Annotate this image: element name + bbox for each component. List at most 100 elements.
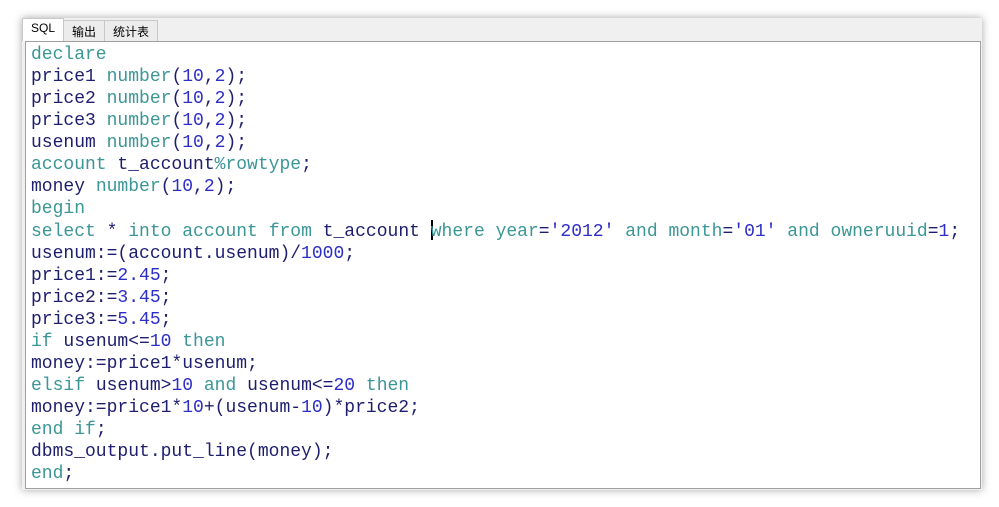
literal-token: 10 [182, 398, 204, 418]
identifier-token: ; [160, 310, 172, 330]
keyword-token: and [625, 222, 658, 242]
code-line: end; [31, 463, 960, 485]
keyword-token: if [31, 332, 53, 352]
identifier-token: ; [160, 288, 172, 308]
identifier-token: price2 [31, 89, 107, 109]
tab-statistics[interactable]: 统计表 [104, 20, 159, 41]
keyword-token: number [106, 111, 172, 131]
keyword-token: and [787, 222, 820, 242]
identifier-token: , [203, 111, 215, 131]
identifier-token: ( [171, 67, 183, 87]
code-line: price3:=5.45; [31, 309, 960, 331]
tab-output[interactable]: 输出 [63, 20, 106, 41]
literal-token: 10 [171, 376, 194, 396]
identifier-token: +(usenum- [203, 398, 302, 418]
identifier-token: usenum<= [52, 332, 150, 352]
identifier-token: money [31, 177, 96, 197]
identifier-token [193, 376, 204, 396]
literal-token: 2 [203, 177, 215, 197]
identifier-token: price3 [31, 111, 107, 131]
identifier-token [63, 420, 74, 440]
literal-token: 2 [214, 111, 226, 131]
keyword-token: from [268, 222, 312, 242]
identifier-token: ); [225, 133, 248, 153]
literal-token: 2 [214, 67, 226, 87]
literal-token: '01' [733, 222, 777, 242]
code-line: usenum number(10,2); [31, 132, 960, 154]
literal-token: 10 [149, 332, 172, 352]
identifier-token: price3:= [31, 310, 118, 330]
keyword-token: number [106, 67, 172, 87]
code-line: money:=price1*usenum; [31, 353, 960, 375]
code-line: price1 number(10,2); [31, 66, 960, 88]
sql-editor[interactable]: declare price1 number(10,2); price2 number… [25, 41, 981, 489]
literal-token: 20 [333, 376, 356, 396]
identifier-token: , [203, 67, 215, 87]
identifier-token: ; [301, 155, 312, 175]
identifier-token: ); [214, 177, 237, 197]
literal-token: '2012' [549, 222, 615, 242]
keyword-token: account [31, 155, 107, 175]
identifier-token [171, 332, 182, 352]
code-line: usenum:=(account.usenum)/1000; [31, 243, 960, 265]
keyword-token: end [31, 464, 64, 484]
identifier-token [355, 376, 366, 396]
tab-sql[interactable]: SQL [22, 18, 65, 41]
identifier-token [820, 222, 831, 242]
identifier-token: ( [160, 177, 172, 197]
code-content[interactable]: declare price1 number(10,2); price2 number… [31, 44, 960, 485]
identifier-token [258, 222, 269, 242]
keyword-token: if [74, 420, 96, 440]
code-line: elsif usenum>10 and usenum<=20 then [31, 375, 960, 397]
tab-bar: SQL 输出 统计表 [22, 18, 159, 41]
identifier-token: usenum [31, 133, 107, 153]
keyword-token: end [31, 420, 64, 440]
keyword-token: where [430, 222, 485, 242]
keyword-token: account [182, 222, 258, 242]
identifier-token: = [722, 222, 734, 242]
identifier-token: t_account [106, 155, 215, 175]
keyword-token: year [495, 222, 539, 242]
code-line: declare [31, 44, 960, 66]
keyword-token: then [182, 332, 226, 352]
code-line: price2 number(10,2); [31, 88, 960, 110]
identifier-token: ); [225, 67, 248, 87]
identifier-token: ; [160, 266, 172, 286]
keyword-token: into [128, 222, 172, 242]
literal-token: 5.45 [117, 310, 161, 330]
sql-window: SQL 输出 统计表 declare price1 number(10,2); pr… [22, 18, 982, 490]
literal-token: 1 [938, 222, 950, 242]
keyword-token: begin [31, 199, 86, 219]
code-line: price3 number(10,2); [31, 110, 960, 132]
code-line: account t_account%rowtype; [31, 154, 960, 176]
identifier-token: ( [171, 111, 183, 131]
identifier-token: usenum> [85, 376, 172, 396]
literal-token: 2 [214, 89, 226, 109]
code-line: if usenum<=10 then [31, 331, 960, 353]
keyword-token: month [668, 222, 723, 242]
literal-token: 2 [214, 133, 226, 153]
identifier-token: ; [949, 222, 961, 242]
identifier-token: price2:= [31, 288, 118, 308]
identifier-token: ( [171, 133, 183, 153]
identifier-token: ; [344, 244, 356, 264]
identifier-token: t_account [311, 222, 431, 242]
literal-token: 2.45 [117, 266, 161, 286]
keyword-token: and [203, 376, 237, 396]
keyword-token: number [106, 133, 172, 153]
literal-token: 1000 [301, 244, 345, 264]
identifier-token: , [193, 177, 204, 197]
identifier-token: usenum<= [236, 376, 334, 396]
literal-token: 10 [182, 133, 204, 153]
literal-token: 10 [182, 111, 204, 131]
keyword-token: then [365, 376, 410, 396]
identifier-token: price1 [31, 67, 107, 87]
code-line: price1:=2.45; [31, 265, 960, 287]
literal-token: 10 [301, 398, 323, 418]
identifier-token: = [538, 222, 550, 242]
code-line: dbms_output.put_line(money); [31, 441, 960, 463]
identifier-token: ; [63, 464, 75, 484]
keyword-token: declare [31, 45, 107, 65]
code-line: select * into account from t_account whe… [31, 220, 960, 243]
identifier-token: money:=price1* [31, 398, 183, 418]
